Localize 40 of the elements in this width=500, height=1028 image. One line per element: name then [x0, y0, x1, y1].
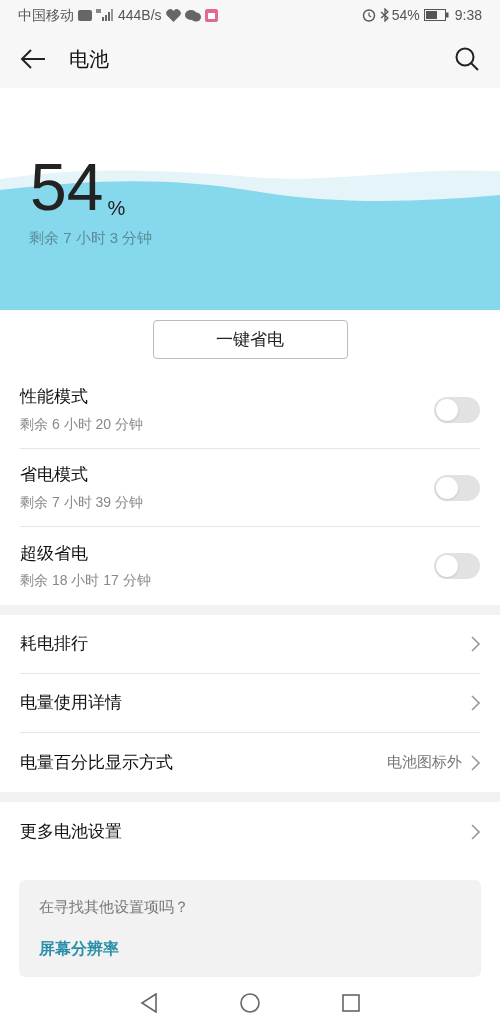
mode-remaining-text: 剩余 7 小时 39 分钟	[20, 492, 144, 512]
mode-title: 超级省电	[20, 542, 89, 565]
signal-icon	[96, 9, 114, 21]
home-nav-button[interactable]	[240, 992, 260, 1013]
search-button[interactable]	[454, 46, 480, 72]
chevron-right-icon	[470, 636, 480, 652]
battery-percent-text: 54%	[391, 5, 420, 25]
power-save-button[interactable]: 一键省电	[152, 320, 348, 359]
app-icon	[204, 8, 218, 22]
chevron-right-icon	[470, 754, 480, 771]
network-speed-text: 444B/s	[118, 5, 162, 25]
heart-icon	[165, 8, 181, 22]
settings-row[interactable]: 更多电池设置	[20, 802, 480, 862]
suggestion-question-text: 在寻找其他设置项吗？	[39, 897, 190, 918]
page-title: 电池	[69, 47, 109, 72]
alarm-icon	[361, 8, 376, 22]
remaining-time-text: 剩余 7 小时 3 分钟	[29, 228, 153, 248]
bluetooth-icon	[379, 8, 390, 22]
settings-row[interactable]: 电量使用详情	[20, 674, 480, 733]
toggle-switch[interactable]	[434, 474, 480, 501]
percent-sign: %	[107, 198, 126, 218]
chevron-right-icon	[470, 695, 480, 711]
back-nav-button[interactable]	[140, 992, 158, 1013]
battery-percentage: 54	[30, 154, 104, 220]
clock-text: 9:38	[454, 5, 482, 25]
mode-title: 性能模式	[20, 386, 89, 409]
settings-row[interactable]: 电量百分比显示方式 电池图标外	[20, 733, 480, 792]
recents-nav-button[interactable]	[342, 993, 360, 1012]
hd-icon	[78, 9, 92, 21]
mode-title: 省电模式	[20, 464, 89, 487]
mode-remaining-text: 剩余 6 小时 20 分钟	[20, 414, 144, 434]
chevron-right-icon	[470, 824, 480, 840]
mode-remaining-text: 剩余 18 小时 17 分钟	[20, 571, 152, 591]
battery-icon	[423, 9, 449, 21]
row-value-text: 电池图标外	[387, 752, 462, 773]
chat-icon	[184, 8, 201, 22]
toggle-switch[interactable]	[434, 553, 480, 579]
toggle-switch[interactable]	[434, 396, 480, 423]
settings-row[interactable]: 耗电排行	[20, 615, 480, 674]
carrier-text: 中国移动	[18, 5, 74, 25]
